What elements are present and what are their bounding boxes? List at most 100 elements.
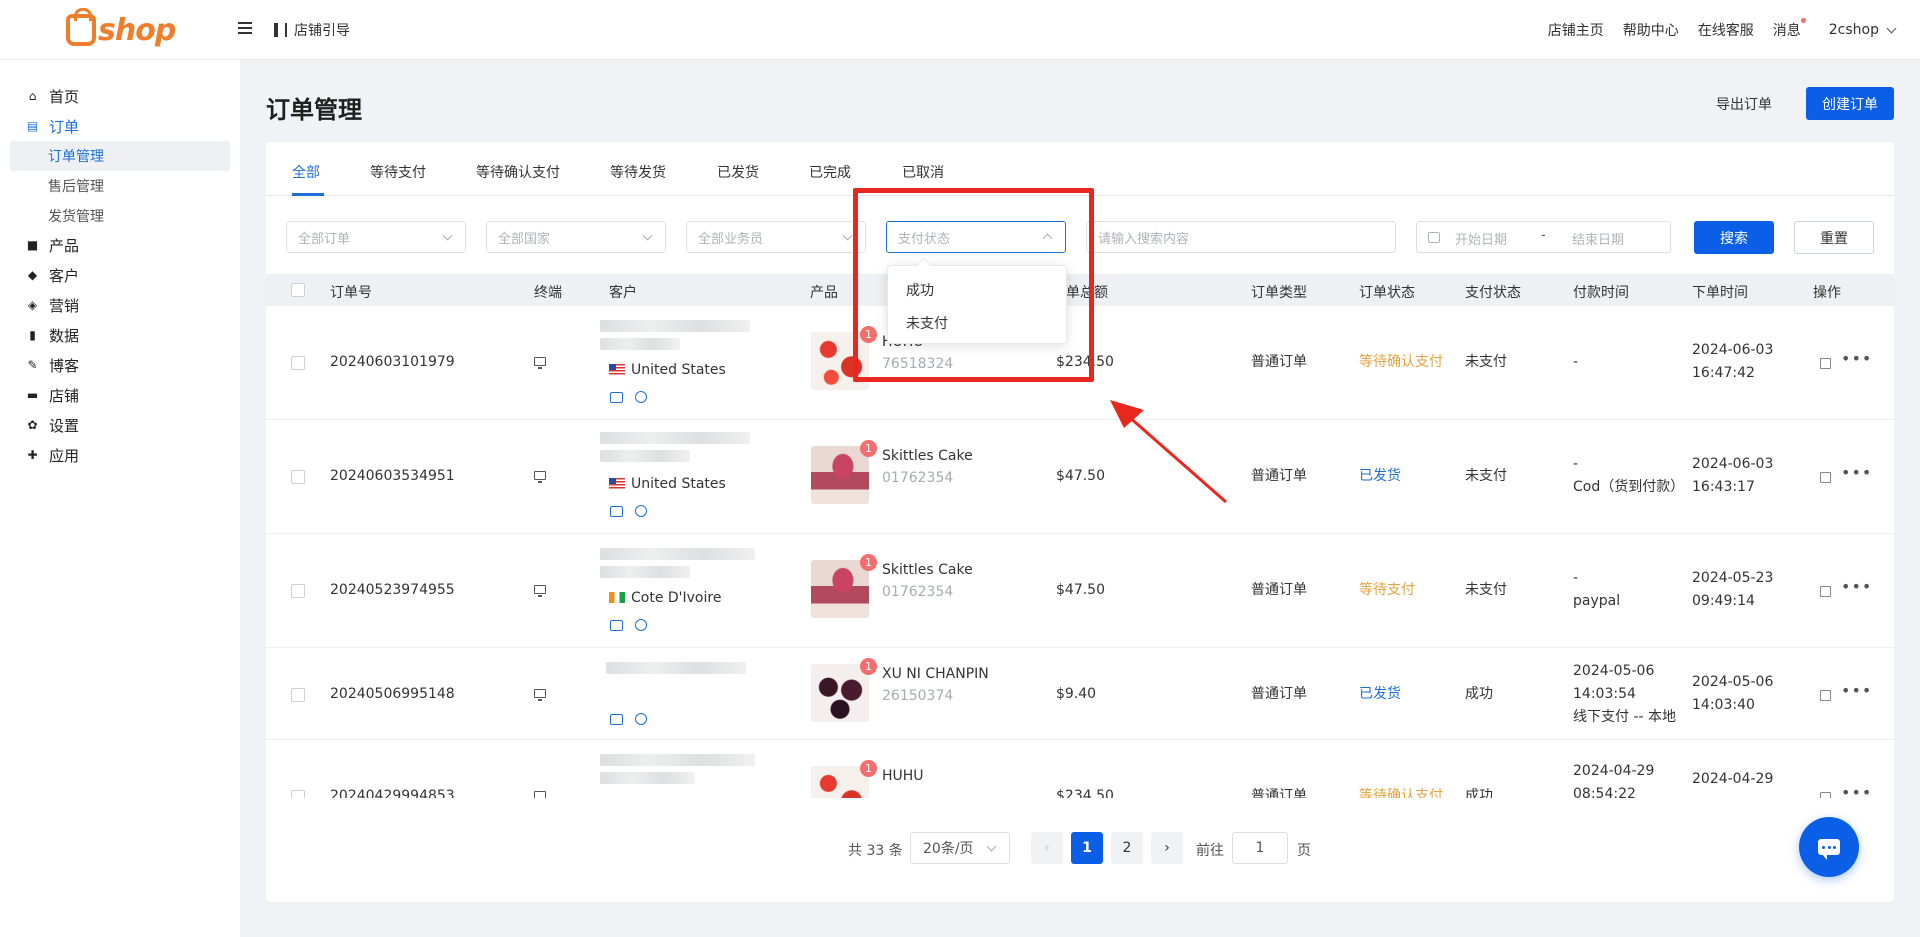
table-row[interactable]: 20240603534951 United States 1 Skittles …	[266, 420, 1894, 534]
order-detail-icon[interactable]	[1820, 586, 1831, 597]
store-guide-link[interactable]: 店铺引导	[274, 20, 350, 40]
order-filter-select[interactable]: 全部订单	[286, 221, 466, 253]
sidebar-item-settings[interactable]: ✿ 设置	[26, 415, 79, 435]
blurred-customer-name	[600, 548, 755, 560]
page-size-select[interactable]: 20条/页	[910, 832, 1010, 864]
sidebar-item-apps[interactable]: ✚ 应用	[26, 445, 79, 465]
sidebar-item-blog[interactable]: ✎ 博客	[26, 355, 79, 375]
chat-icon[interactable]	[635, 505, 647, 517]
order-detail-icon[interactable]	[1820, 358, 1831, 369]
col-payment-status: 支付状态	[1465, 285, 1521, 301]
row-checkbox[interactable]	[291, 688, 305, 702]
more-actions-icon[interactable]: •••	[1841, 579, 1872, 595]
user-menu[interactable]: 2cshop	[1829, 22, 1897, 38]
nav-help-center[interactable]: 帮助中心	[1623, 20, 1679, 40]
page-1-button[interactable]: 1	[1071, 832, 1103, 864]
calendar-icon	[1428, 232, 1440, 243]
chat-icon[interactable]	[635, 619, 647, 631]
date-range-picker[interactable]: 开始日期 - 结束日期	[1416, 221, 1671, 253]
email-icon[interactable]	[610, 714, 623, 725]
more-actions-icon[interactable]: •••	[1841, 683, 1872, 699]
tab-all[interactable]: 全部	[292, 162, 320, 182]
nav-online-service[interactable]: 在线客服	[1698, 20, 1754, 40]
nav-messages[interactable]: 消息	[1773, 18, 1806, 40]
product-name[interactable]: HUHU	[882, 765, 924, 788]
sidebar-sub-shipping[interactable]: 发货管理	[10, 201, 230, 231]
create-order-button[interactable]: 创建订单	[1806, 87, 1894, 120]
row-checkbox[interactable]	[291, 584, 305, 598]
row-checkbox[interactable]	[291, 470, 305, 484]
table-row[interactable]: 20240523974955 Cote D'Ivoire 1 Skittles …	[266, 534, 1894, 648]
payment-status: 成功	[1465, 788, 1493, 798]
country-filter-select[interactable]: 全部国家	[486, 221, 666, 253]
payment-method: Cod（货到付款）	[1573, 479, 1685, 495]
sidebar-item-store[interactable]: ▬ 店铺	[26, 385, 79, 405]
row-checkbox[interactable]	[291, 356, 305, 370]
more-actions-icon[interactable]: •••	[1841, 785, 1872, 799]
tab-awaiting-confirmation[interactable]: 等待确认支付	[476, 162, 560, 182]
product-thumbnail[interactable]	[811, 446, 869, 504]
reset-button[interactable]: 重置	[1794, 221, 1874, 254]
chat-icon[interactable]	[635, 391, 647, 403]
product-thumbnail[interactable]	[811, 560, 869, 618]
next-page-button[interactable]: ›	[1151, 832, 1183, 864]
tab-cancelled[interactable]: 已取消	[902, 162, 944, 182]
table-row[interactable]: 20240506995148 1 XU NI CHANPIN 26150374 …	[266, 648, 1894, 740]
sidebar-item-orders[interactable]: ▤ 订单	[26, 116, 79, 136]
order-total: $9.40	[1056, 686, 1097, 702]
chat-icon[interactable]	[635, 713, 647, 725]
quantity-badge: 1	[860, 658, 877, 675]
more-actions-icon[interactable]: •••	[1841, 351, 1872, 367]
tab-shipped[interactable]: 已发货	[717, 162, 759, 182]
sidebar-item-data[interactable]: ▮ 数据	[26, 325, 79, 345]
chat-bubble-icon	[1818, 839, 1840, 860]
col-product: 产品	[810, 285, 838, 301]
goto-page-input[interactable]: 1	[1232, 832, 1288, 864]
product-name[interactable]: XU NI CHANPIN	[882, 663, 989, 686]
sidebar-item-home[interactable]: ⌂ 首页	[26, 86, 79, 106]
col-order-no: 订单号	[330, 285, 372, 301]
sidebar-sub-after-sales[interactable]: 售后管理	[10, 171, 230, 201]
order-number[interactable]: 20240603101979	[330, 351, 455, 374]
tab-completed[interactable]: 已完成	[809, 162, 851, 182]
email-icon[interactable]	[610, 392, 623, 403]
product-name[interactable]: Skittles Cake	[882, 559, 973, 582]
email-icon[interactable]	[610, 506, 623, 517]
order-number[interactable]: 20240523974955	[330, 579, 455, 602]
product-sku: 26150374	[882, 688, 954, 704]
email-icon[interactable]	[610, 620, 623, 631]
sidebar-item-products[interactable]: ■ 产品	[26, 235, 79, 255]
tab-awaiting-shipment[interactable]: 等待发货	[610, 162, 666, 182]
diamond-icon: ◆	[27, 268, 38, 282]
export-orders-button[interactable]: 导出订单	[1700, 89, 1788, 119]
product-thumbnail[interactable]	[811, 664, 869, 722]
logo[interactable]: shop	[66, 8, 176, 48]
search-input[interactable]: 请输入搜索内容	[1086, 221, 1396, 253]
start-date-input[interactable]: 开始日期	[1455, 229, 1507, 248]
order-number[interactable]: 20240506995148	[330, 683, 455, 706]
table-row[interactable]: 20240429994853 1 HUHU $234.50 普通订单 等待确认支…	[266, 740, 1894, 798]
page-2-button[interactable]: 2	[1111, 832, 1143, 864]
end-date-input[interactable]: 结束日期	[1572, 229, 1624, 248]
order-detail-icon[interactable]	[1820, 792, 1831, 798]
row-checkbox[interactable]	[291, 790, 305, 798]
chat-support-button[interactable]	[1799, 817, 1859, 877]
sidebar-item-customers[interactable]: ◆ 客户	[26, 265, 79, 285]
select-all-checkbox[interactable]	[291, 283, 305, 297]
sidebar-item-marketing[interactable]: ◈ 营销	[26, 295, 79, 315]
search-button[interactable]: 搜索	[1694, 221, 1774, 254]
order-number[interactable]: 20240429994853	[330, 785, 455, 798]
more-actions-icon[interactable]: •••	[1841, 465, 1872, 481]
order-filter-value: 全部订单	[298, 231, 351, 247]
quantity-badge: 1	[860, 760, 877, 777]
menu-toggle-icon[interactable]	[238, 20, 254, 36]
order-number[interactable]: 20240603534951	[330, 465, 455, 488]
nav-store-home[interactable]: 店铺主页	[1548, 20, 1604, 40]
order-detail-icon[interactable]	[1820, 690, 1831, 701]
order-detail-icon[interactable]	[1820, 472, 1831, 483]
product-name[interactable]: Skittles Cake	[882, 445, 973, 468]
prev-page-button[interactable]: ‹	[1031, 832, 1063, 864]
tab-awaiting-payment[interactable]: 等待支付	[370, 162, 426, 182]
salesperson-filter-select[interactable]: 全部业务员	[686, 221, 866, 253]
sidebar-sub-order-management[interactable]: 订单管理	[10, 141, 230, 171]
